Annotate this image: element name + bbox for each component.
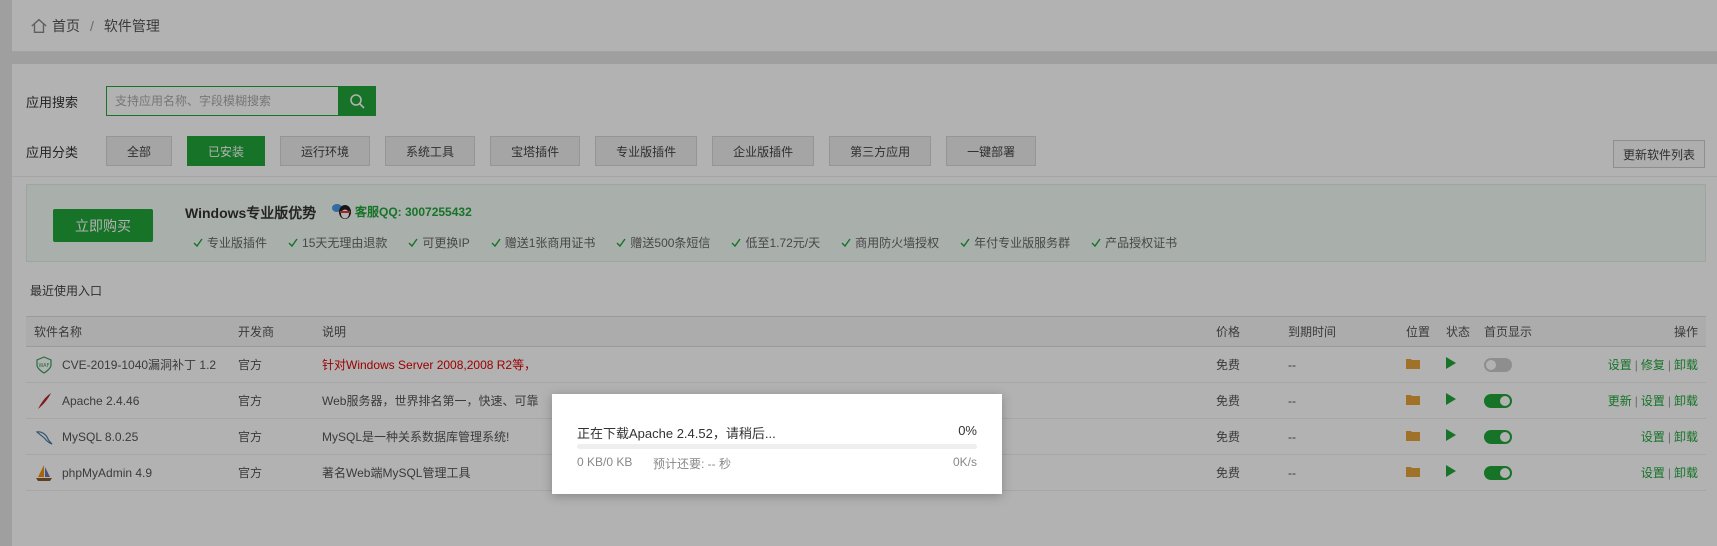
download-size: 0 KB/0 KB — [577, 455, 633, 469]
download-message: 正在下载Apache 2.4.52，请稍后... — [577, 426, 776, 441]
download-progress-dialog: 正在下载Apache 2.4.52，请稍后... 0% 0 KB/0 KB 预计… — [552, 394, 1002, 494]
download-remaining-time: 预计还要: -- 秒 — [653, 457, 731, 471]
download-speed: 0K/s — [952, 455, 977, 469]
download-percent: 0% — [958, 423, 977, 438]
download-progress-bar — [577, 444, 977, 449]
